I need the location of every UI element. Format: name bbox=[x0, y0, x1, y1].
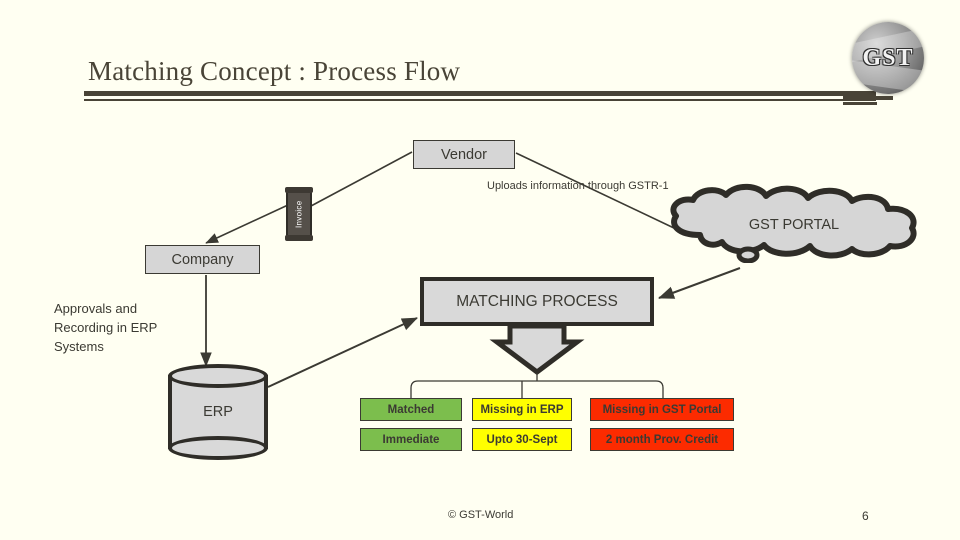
edge-erp-to-matching bbox=[267, 317, 418, 388]
outcome-timing-missing-in-erp-label: Upto 30-Sept bbox=[486, 433, 558, 446]
node-gst-portal[interactable]: GST PORTAL bbox=[660, 183, 928, 264]
outcome-status-missing-in-erp[interactable]: Missing in ERP bbox=[472, 398, 572, 421]
logo-text: GST bbox=[862, 44, 914, 71]
outcome-status-missing-in-gst-portal-label: Missing in GST Portal bbox=[602, 403, 722, 416]
outcome-timing-matched-label: Immediate bbox=[382, 433, 440, 446]
node-matching-process[interactable]: MATCHING PROCESS bbox=[420, 277, 654, 326]
title-rule-thin bbox=[84, 99, 876, 101]
footer-page-number: 6 bbox=[862, 509, 869, 523]
node-erp-label: ERP bbox=[203, 404, 233, 420]
outcome-timing-missing-in-gst-portal-label: 2 month Prov. Credit bbox=[605, 433, 719, 446]
outcome-status-missing-in-gst-portal[interactable]: Missing in GST Portal bbox=[590, 398, 734, 421]
outcome-status-matched-label: Matched bbox=[387, 403, 435, 416]
node-invoice-label: Invoice bbox=[294, 200, 304, 228]
matching-down-arrow bbox=[489, 323, 585, 376]
outcome-timing-missing-in-gst-portal[interactable]: 2 month Prov. Credit bbox=[590, 428, 734, 451]
outcome-status-matched[interactable]: Matched bbox=[360, 398, 462, 421]
edge-portal-to-matching bbox=[658, 267, 741, 299]
edge-label-upload: Uploads information through GSTR-1 bbox=[487, 180, 669, 192]
outcome-status-missing-in-erp-label: Missing in ERP bbox=[480, 403, 564, 416]
outcome-bracket bbox=[410, 373, 664, 398]
footer-copyright: © GST-World bbox=[448, 509, 514, 521]
node-erp[interactable]: ERP bbox=[168, 364, 268, 460]
node-invoice[interactable]: Invoice bbox=[285, 187, 313, 241]
note-approvals: Approvals and Recording in ERP Systems bbox=[54, 301, 158, 354]
logo-underline-thin bbox=[843, 102, 877, 105]
outcome-timing-matched[interactable]: Immediate bbox=[360, 428, 462, 451]
slide-canvas: Matching Concept : Process Flow GST Vend… bbox=[0, 0, 960, 540]
title-rule-thick bbox=[84, 91, 876, 96]
outcome-timing-missing-in-erp[interactable]: Upto 30-Sept bbox=[472, 428, 572, 451]
logo-underline-thick bbox=[843, 96, 893, 100]
gst-globe-logo: GST bbox=[852, 22, 924, 94]
node-gst-portal-label: GST PORTAL bbox=[748, 217, 840, 233]
edge-invoice-to-company bbox=[205, 204, 289, 244]
node-company-label: Company bbox=[171, 251, 234, 268]
node-vendor-label: Vendor bbox=[441, 146, 487, 163]
edge-vendor-to-invoice bbox=[310, 151, 413, 207]
node-company[interactable]: Company bbox=[145, 245, 260, 274]
node-matching-process-label: MATCHING PROCESS bbox=[456, 292, 618, 310]
node-vendor[interactable]: Vendor bbox=[413, 140, 515, 169]
page-title: Matching Concept : Process Flow bbox=[88, 56, 461, 86]
